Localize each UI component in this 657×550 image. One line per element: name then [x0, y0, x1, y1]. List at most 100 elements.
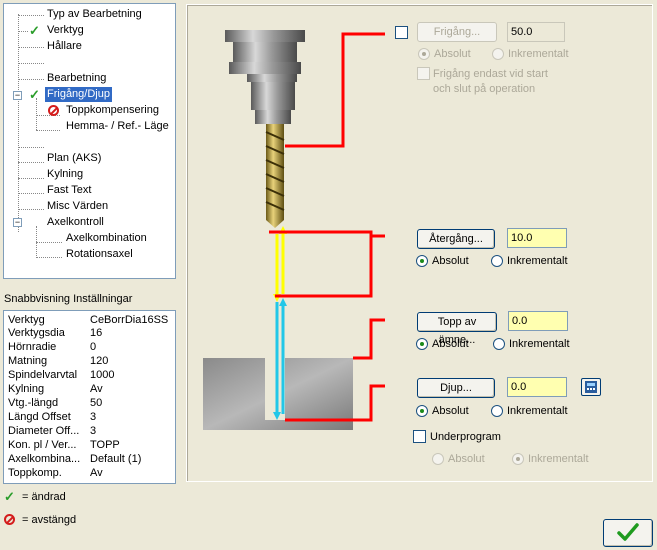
radio-dot — [416, 405, 428, 417]
radio-dot — [416, 338, 428, 350]
clearance-value-field[interactable]: 50.0 — [507, 22, 565, 42]
radio-label: Inkrementalt — [507, 405, 568, 417]
disabled-icon — [4, 514, 15, 525]
tree-item-fast-text[interactable]: Fast Text — [47, 183, 91, 198]
disabled-icon — [48, 105, 59, 116]
legend-changed-label: = ändrad — [22, 491, 66, 503]
tree-item-hemma-ref-lage[interactable]: Hemma- / Ref.- Läge — [66, 119, 169, 134]
tree-item-misc-varden[interactable]: Misc Värden — [47, 199, 108, 214]
quickview-value: 0 — [90, 341, 97, 353]
changed-check-icon: ✓ — [4, 489, 15, 504]
tree-connector — [36, 242, 62, 243]
radio-label: Inkrementalt — [528, 453, 589, 465]
tree-connector — [18, 31, 28, 32]
tree-connector — [18, 209, 44, 210]
quickview-key: Verktygsdia — [8, 327, 65, 339]
radio-label: Inkrementalt — [507, 255, 568, 267]
radio-label: Absolut — [432, 405, 469, 417]
radio-label: Inkrementalt — [509, 338, 570, 350]
tree-item-axelkontroll[interactable]: Axelkontroll — [47, 215, 104, 230]
quickview-key: Diameter Off... — [8, 425, 80, 437]
quickview-list: Verktyg CeBorrDia16SS Verktygsdia 16 Hörnr… — [3, 310, 176, 484]
retract-leader — [275, 236, 373, 298]
ok-button[interactable] — [603, 519, 653, 547]
quickview-value: Av — [90, 467, 103, 479]
quickview-key: Matning — [8, 355, 48, 367]
depth-value-field[interactable]: 0.0 — [507, 377, 567, 397]
legend-disabled-label: = avstängd — [22, 514, 77, 526]
quickview-value: 3 — [90, 411, 97, 423]
radio-label: Absolut — [432, 255, 469, 267]
tree-connector — [18, 178, 44, 179]
tree-item-verktyg[interactable]: Verktyg — [47, 23, 84, 38]
radio-dot — [432, 453, 444, 465]
tool-illustration — [203, 30, 385, 430]
quickview-value: 1000 — [90, 369, 115, 381]
tree-connector — [36, 257, 62, 258]
tree-item-hallare[interactable]: Hållare — [47, 39, 82, 54]
quickview-key: Spindelvarvtal — [8, 369, 78, 381]
retract-button[interactable]: Återgång... — [417, 229, 495, 249]
tree-item-rotationsaxel[interactable]: Rotationsaxel — [66, 247, 133, 262]
clearance-start-end-label: Frigång endast vid start — [433, 68, 548, 80]
changed-check-icon: ✓ — [29, 87, 40, 102]
top-of-stock-button[interactable]: Topp av ämne... — [417, 312, 497, 346]
depth-button[interactable]: Djup... — [417, 378, 495, 398]
radio-label: Absolut — [432, 338, 469, 350]
tree-item-kylning[interactable]: Kylning — [47, 167, 83, 182]
clearance-checkbox[interactable] — [395, 26, 408, 39]
radio-dot — [492, 48, 504, 60]
quickview-value: Default (1) — [90, 453, 142, 465]
tree-item-typ-av-bearbetning[interactable]: Typ av Bearbetning — [47, 7, 142, 22]
top-of-stock-value-field[interactable]: 0.0 — [508, 311, 568, 331]
subprogram-label: Underprogram — [430, 431, 501, 443]
tree-connector — [18, 63, 44, 64]
tool-holder — [225, 30, 305, 124]
quickview-title: Snabbvisning Inställningar — [4, 293, 133, 305]
quickview-value: CeBorrDia16SS — [90, 314, 169, 326]
quickview-key: Axelkombina... — [8, 453, 81, 465]
tree-item-axelkombination[interactable]: Axelkombination — [66, 231, 147, 246]
quickview-value: 120 — [90, 355, 109, 367]
tree-connector — [18, 162, 44, 163]
clearance-button[interactable]: Frigång... — [417, 22, 497, 42]
changed-check-icon: ✓ — [29, 23, 40, 38]
quickview-key: Verktyg — [8, 314, 45, 326]
quickview-key: Kylning — [8, 383, 45, 395]
operation-tree[interactable]: Typ av Bearbetning ✓ Verktyg Hållare Bea… — [3, 3, 176, 279]
tree-connector — [36, 98, 37, 130]
clearance-start-end-checkbox[interactable] — [417, 67, 430, 80]
radio-dot — [493, 338, 505, 350]
radio-dot — [416, 255, 428, 267]
radio-label: Absolut — [434, 48, 471, 60]
quickview-value: 3 — [90, 425, 97, 437]
subprogram-checkbox[interactable] — [413, 430, 426, 443]
quickview-key: Toppkomp. — [8, 467, 62, 479]
tree-item-frigang-djup[interactable]: Frigång/Djup — [45, 87, 112, 102]
collapse-icon[interactable]: − — [13, 91, 22, 100]
tree-item-bearbetning[interactable]: Bearbetning — [47, 71, 106, 86]
calculator-icon — [585, 381, 597, 393]
quickview-value: Av — [90, 383, 103, 395]
tree-item-toppkompensering[interactable]: Toppkompensering — [66, 103, 159, 118]
collapse-icon[interactable]: − — [13, 218, 22, 227]
tree-connector — [18, 47, 44, 48]
tree-item-plan-aks[interactable]: Plan (AKS) — [47, 151, 101, 166]
drill-bit — [265, 124, 285, 228]
quickview-key: Kon. pl / Ver... — [8, 439, 77, 451]
quickview-key: Längd Offset — [8, 411, 71, 423]
checkmark-icon — [617, 522, 639, 541]
quickview-value: 50 — [90, 397, 103, 409]
quickview-value: TOPP — [90, 439, 120, 451]
calculator-button[interactable] — [581, 378, 601, 396]
tree-connector — [36, 130, 60, 131]
radio-label: Inkrementalt — [508, 48, 569, 60]
tree-connector — [18, 147, 44, 148]
clearance-start-end-label-2: och slut på operation — [433, 83, 536, 95]
quickview-key: Vtg.-längd — [8, 397, 59, 409]
clearance-leader — [285, 32, 385, 148]
radio-dot — [418, 48, 430, 60]
retract-value-field[interactable]: 10.0 — [507, 228, 567, 248]
radio-label: Absolut — [448, 453, 485, 465]
quickview-value: 16 — [90, 327, 103, 339]
